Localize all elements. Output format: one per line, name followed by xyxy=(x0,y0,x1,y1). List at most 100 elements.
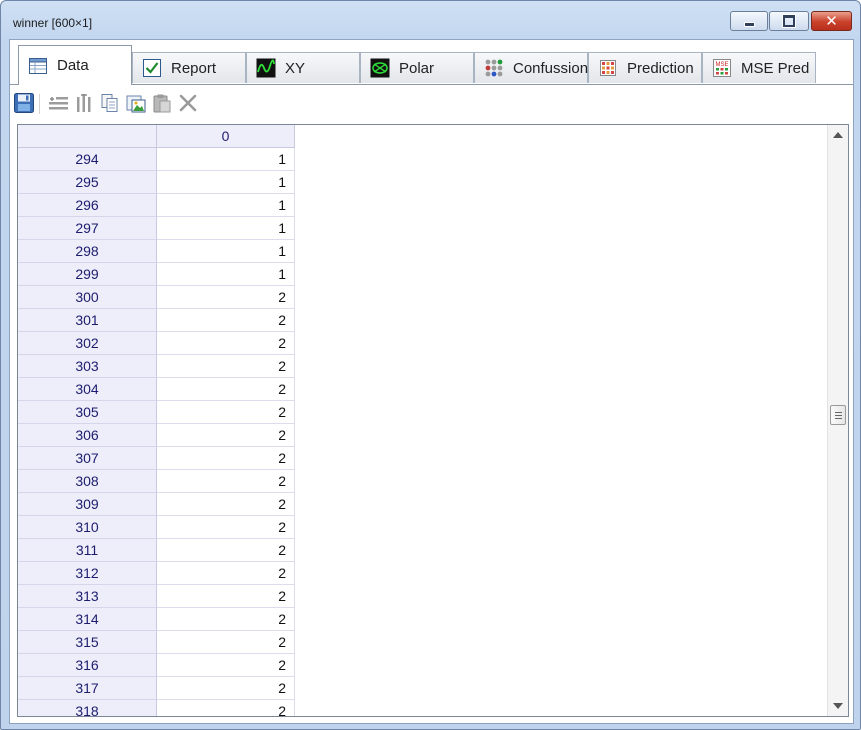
paste-image-icon[interactable] xyxy=(125,92,147,114)
table-row[interactable]: 318 2 xyxy=(18,700,295,716)
row-header[interactable]: 313 xyxy=(18,585,157,608)
table-row[interactable]: 307 2 xyxy=(18,447,295,470)
row-header[interactable]: 315 xyxy=(18,631,157,654)
table-cell[interactable]: 2 xyxy=(157,516,295,539)
row-header[interactable]: 303 xyxy=(18,355,157,378)
table-row[interactable]: 312 2 xyxy=(18,562,295,585)
table-row[interactable]: 309 2 xyxy=(18,493,295,516)
tab-data[interactable]: Data xyxy=(18,45,132,85)
row-header[interactable]: 297 xyxy=(18,217,157,240)
table-row[interactable]: 297 1 xyxy=(18,217,295,240)
row-header[interactable]: 294 xyxy=(18,148,157,171)
row-header[interactable]: 300 xyxy=(18,286,157,309)
row-header[interactable]: 310 xyxy=(18,516,157,539)
paste-icon[interactable] xyxy=(151,92,173,114)
grid-corner[interactable] xyxy=(18,125,157,148)
column-header[interactable]: 0 xyxy=(157,125,295,148)
tab-prediction[interactable]: Prediction xyxy=(588,52,702,83)
table-row[interactable]: 310 2 xyxy=(18,516,295,539)
row-header[interactable]: 314 xyxy=(18,608,157,631)
tab-confussion[interactable]: Confussion xyxy=(474,52,588,83)
row-header[interactable]: 299 xyxy=(18,263,157,286)
row-header[interactable]: 316 xyxy=(18,654,157,677)
table-cell[interactable]: 2 xyxy=(157,700,295,716)
table-cell[interactable]: 2 xyxy=(157,424,295,447)
vertical-scrollbar[interactable] xyxy=(827,125,848,716)
copy-icon[interactable] xyxy=(99,92,121,114)
row-header[interactable]: 301 xyxy=(18,309,157,332)
table-row[interactable]: 296 1 xyxy=(18,194,295,217)
table-cell[interactable]: 2 xyxy=(157,608,295,631)
table-row[interactable]: 298 1 xyxy=(18,240,295,263)
tab-mse-pred[interactable]: MSE MSE Pred xyxy=(702,52,816,83)
insert-row-icon[interactable] xyxy=(47,92,69,114)
row-header[interactable]: 298 xyxy=(18,240,157,263)
table-row[interactable]: 314 2 xyxy=(18,608,295,631)
table-cell[interactable]: 2 xyxy=(157,470,295,493)
row-header[interactable]: 296 xyxy=(18,194,157,217)
table-cell[interactable]: 2 xyxy=(157,332,295,355)
data-grid[interactable]: 0 294 1 295 1 296 1 297 1 298 1 299 1 300 2 301 2 302 2 30… xyxy=(17,124,849,717)
table-cell[interactable]: 1 xyxy=(157,263,295,286)
scroll-up-icon[interactable] xyxy=(833,132,843,138)
table-cell[interactable]: 2 xyxy=(157,447,295,470)
table-row[interactable]: 316 2 xyxy=(18,654,295,677)
table-cell[interactable]: 1 xyxy=(157,240,295,263)
table-cell[interactable]: 2 xyxy=(157,493,295,516)
table-cell[interactable]: 2 xyxy=(157,309,295,332)
table-row[interactable]: 304 2 xyxy=(18,378,295,401)
table-cell[interactable]: 2 xyxy=(157,401,295,424)
table-cell[interactable]: 2 xyxy=(157,654,295,677)
table-row[interactable]: 294 1 xyxy=(18,148,295,171)
table-cell[interactable]: 2 xyxy=(157,378,295,401)
table-row[interactable]: 311 2 xyxy=(18,539,295,562)
row-header[interactable]: 302 xyxy=(18,332,157,355)
table-row[interactable]: 301 2 xyxy=(18,309,295,332)
table-cell[interactable]: 2 xyxy=(157,539,295,562)
table-cell[interactable]: 2 xyxy=(157,286,295,309)
table-row[interactable]: 302 2 xyxy=(18,332,295,355)
row-header[interactable]: 311 xyxy=(18,539,157,562)
table-cell[interactable]: 1 xyxy=(157,171,295,194)
row-header[interactable]: 317 xyxy=(18,677,157,700)
table-row[interactable]: 308 2 xyxy=(18,470,295,493)
row-header[interactable]: 309 xyxy=(18,493,157,516)
table-cell[interactable]: 2 xyxy=(157,631,295,654)
table-cell[interactable]: 2 xyxy=(157,585,295,608)
table-row[interactable]: 300 2 xyxy=(18,286,295,309)
table-row[interactable]: 315 2 xyxy=(18,631,295,654)
row-header[interactable]: 307 xyxy=(18,447,157,470)
table-row[interactable]: 299 1 xyxy=(18,263,295,286)
row-header[interactable]: 308 xyxy=(18,470,157,493)
table-row[interactable]: 313 2 xyxy=(18,585,295,608)
table-cell[interactable]: 1 xyxy=(157,217,295,240)
table-row[interactable]: 306 2 xyxy=(18,424,295,447)
scroll-thumb[interactable] xyxy=(830,405,846,426)
table-row[interactable]: 305 2 xyxy=(18,401,295,424)
table-row[interactable]: 303 2 xyxy=(18,355,295,378)
maximize-button[interactable] xyxy=(769,11,809,31)
table-row[interactable]: 317 2 xyxy=(18,677,295,700)
row-header[interactable]: 318 xyxy=(18,700,157,716)
table-cell[interactable]: 2 xyxy=(157,355,295,378)
table-cell[interactable]: 2 xyxy=(157,677,295,700)
save-icon[interactable] xyxy=(13,92,35,114)
row-header[interactable]: 304 xyxy=(18,378,157,401)
tab-report[interactable]: Report xyxy=(132,52,246,83)
table-cell[interactable]: 1 xyxy=(157,194,295,217)
delete-icon[interactable] xyxy=(177,92,199,114)
tab-xy[interactable]: XY xyxy=(246,52,360,83)
minimize-button[interactable] xyxy=(730,11,768,31)
table-cell[interactable]: 1 xyxy=(157,148,295,171)
table-cell[interactable]: 2 xyxy=(157,562,295,585)
table-row[interactable]: 295 1 xyxy=(18,171,295,194)
tab-polar[interactable]: Polar xyxy=(360,52,474,83)
row-header[interactable]: 312 xyxy=(18,562,157,585)
scroll-down-icon[interactable] xyxy=(833,703,843,709)
insert-column-icon[interactable] xyxy=(73,92,95,114)
row-header[interactable]: 305 xyxy=(18,401,157,424)
title-bar[interactable]: winner [600×1] ✕ xyxy=(1,1,860,39)
close-button[interactable]: ✕ xyxy=(811,11,852,31)
row-header[interactable]: 295 xyxy=(18,171,157,194)
row-header[interactable]: 306 xyxy=(18,424,157,447)
